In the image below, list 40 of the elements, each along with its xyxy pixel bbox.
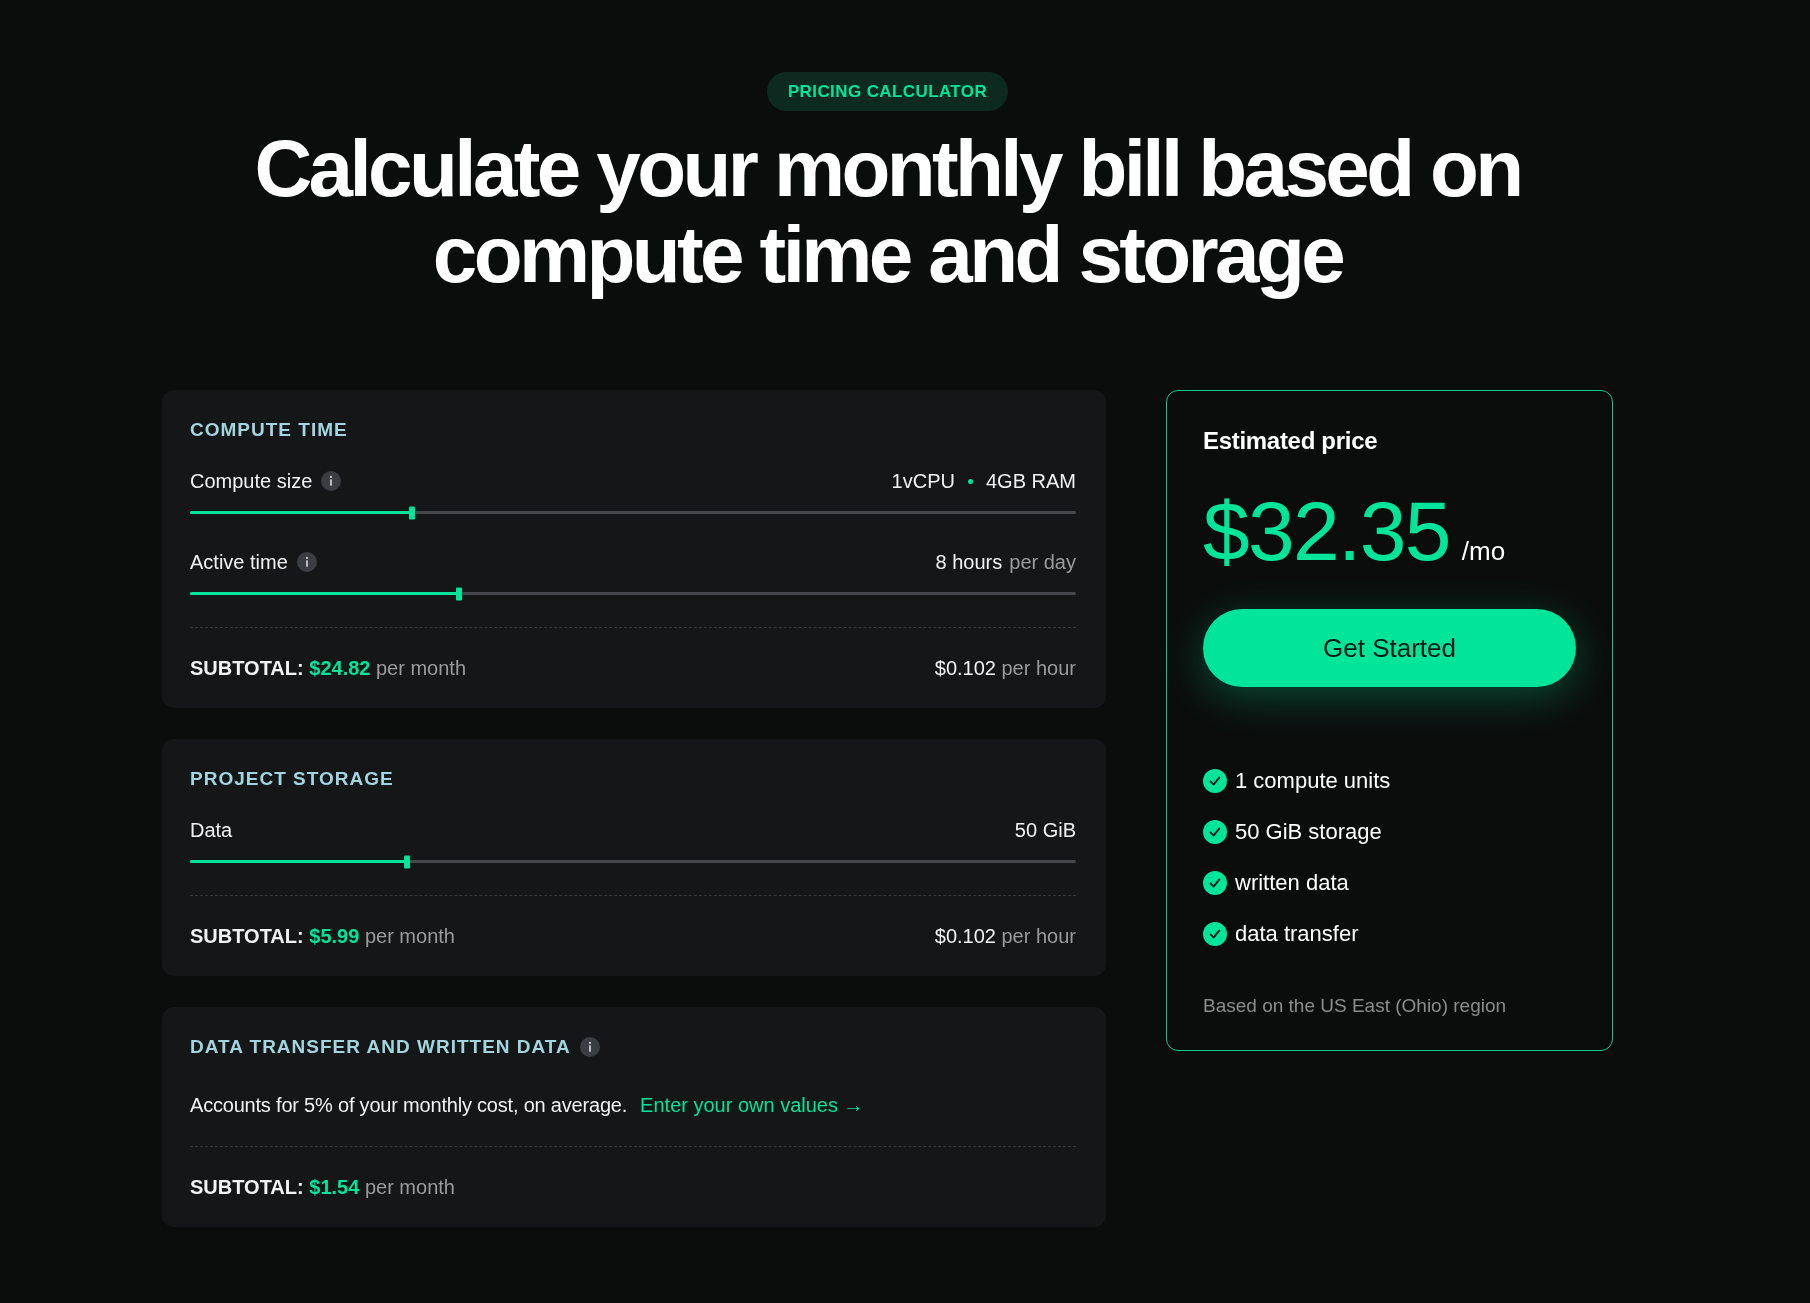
feature-text: 1 compute units [1235,767,1391,795]
slider-handle[interactable] [408,506,415,519]
subtotal-text: SUBTOTAL: $1.54 per month [190,1175,455,1199]
info-icon[interactable] [296,552,317,572]
slider-value: 50 GiB [1014,818,1076,842]
slider-unit: per day [1009,550,1076,574]
check-icon [1203,820,1227,844]
region-note: Based on the US East (Ohio) region [1203,994,1508,1018]
subtotal-text: SUBTOTAL: $5.99 per month [190,924,455,948]
pricing-badge: PRICING CALCULATOR [766,72,1009,111]
info-icon[interactable] [579,1037,600,1057]
slider-handle[interactable] [404,855,411,868]
section-title: COMPUTE TIME [190,418,348,442]
slider-label: Data [190,818,233,842]
get-started-button[interactable]: Get Started [1203,609,1576,687]
check-icon [1203,871,1227,895]
slider-label: Compute size [190,469,313,493]
price-amount: $32.35 [1203,485,1450,577]
hourly-rate-text: $0.102 per hour [934,656,1076,680]
section-title: PROJECT STORAGE [190,767,394,791]
hourly-rate-text: $0.102 per hour [934,924,1076,948]
enter-values-link[interactable]: Enter your own values → [640,1093,864,1117]
check-icon [1203,769,1227,793]
estimate-title: Estimated price [1203,426,1379,456]
slider-handle[interactable] [456,587,463,600]
check-icon [1203,922,1227,946]
slider-value: 4GB RAM [985,469,1076,493]
page-heading: Calculate your monthly bill based on compute time and storage [254,126,1521,298]
subtotal-text: SUBTOTAL: $24.82 per month [190,656,467,680]
price-period: /mo [1461,536,1506,567]
slider-value: 8 hours [935,550,1003,574]
feature-text: written data [1235,869,1349,897]
info-icon[interactable] [321,471,342,491]
feature-text: data transfer [1235,920,1359,948]
feature-text: 50 GiB storage [1235,818,1382,846]
slider-label: Active time [190,550,288,574]
separator-dot-icon [967,478,973,484]
slider-value: 1vCPU [891,469,955,493]
note-text: Accounts for 5% of your monthly cost, on average. [190,1093,628,1117]
section-title: DATA TRANSFER AND WRITTEN DATA [190,1035,571,1059]
